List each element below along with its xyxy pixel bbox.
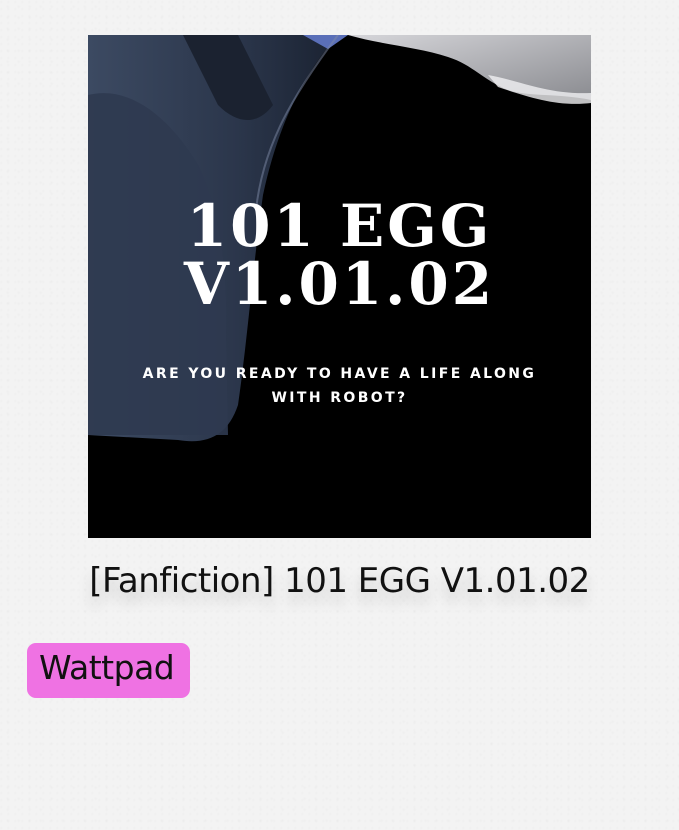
cover-image[interactable]: 101 EGG V1.01.02 ARE YOU READY TO HAVE A… [88, 35, 591, 538]
cover-tagline: ARE YOU READY TO HAVE A LIFE ALONG WITH … [142, 366, 537, 406]
cover-title-line-2: V1.01.02 [183, 250, 496, 318]
story-title[interactable]: [Fanfiction] 101 EGG V1.01.02 [0, 558, 679, 604]
cover-title-line-1: 101 EGG [186, 192, 493, 260]
wattpad-badge[interactable]: Wattpad [27, 643, 190, 698]
cover-title: 101 EGG V1.01.02 [88, 197, 591, 313]
